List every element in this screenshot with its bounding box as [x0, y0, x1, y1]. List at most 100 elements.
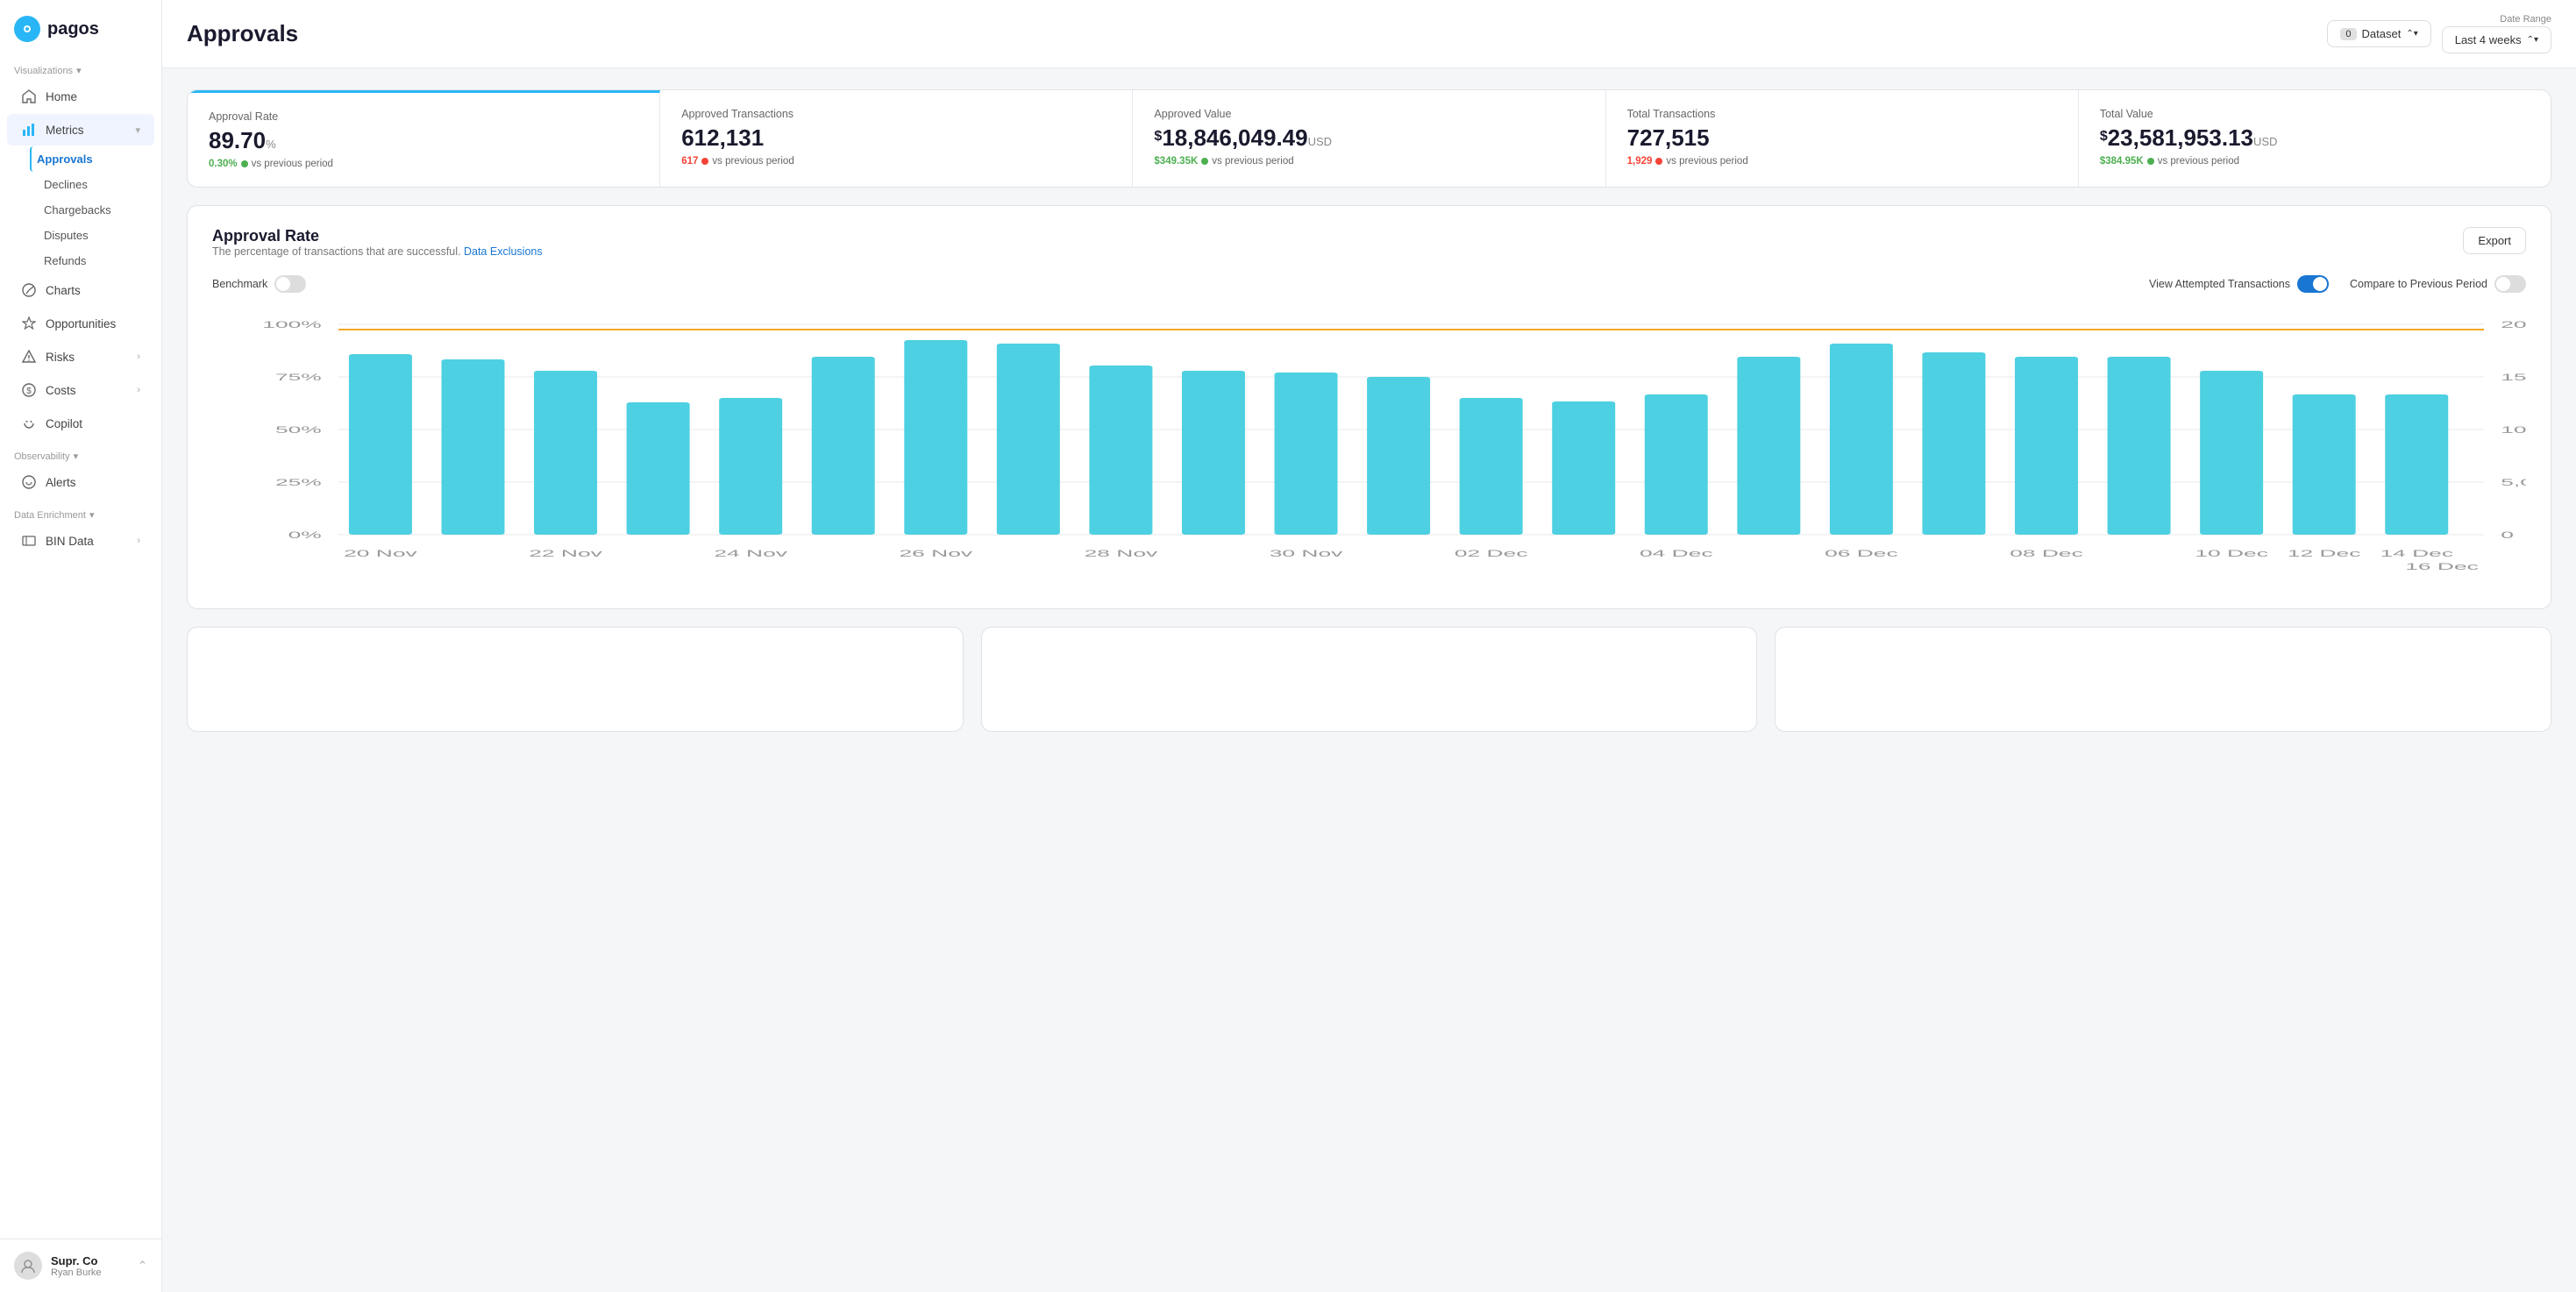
main-content: Approvals 0 Dataset ⌃▾ Date Range Last 4… — [162, 0, 2576, 1292]
costs-icon: $ — [21, 382, 37, 398]
chart-subtitle: The percentage of transactions that are … — [212, 245, 543, 258]
content-area: Approval Rate 89.70% 0.30% vs previous p… — [162, 68, 2576, 753]
observability-chevron-icon: ▾ — [74, 451, 79, 462]
sidebar-item-opportunities-label: Opportunities — [46, 317, 116, 330]
svg-text:16 Dec: 16 Dec — [2405, 561, 2479, 571]
dataset-label: Dataset — [2362, 27, 2402, 40]
export-button[interactable]: Export — [2463, 227, 2526, 254]
bottom-card-2 — [981, 627, 1758, 732]
sidebar-item-bin-data[interactable]: BIN Data › — [7, 525, 154, 557]
observability-section[interactable]: Observability ▾ — [0, 440, 161, 465]
bottom-row — [187, 627, 2551, 732]
date-range-label: Date Range — [2442, 14, 2551, 25]
sidebar-item-metrics[interactable]: Metrics ▾ — [7, 114, 154, 146]
stat-approved-value-change: $349.35K vs previous period — [1154, 156, 1583, 167]
stat-total-value[interactable]: Total Value $23,581,953.13USD $384.95K v… — [2079, 90, 2551, 187]
stat-total-value-label: Total Value — [2100, 108, 2530, 120]
svg-text:0: 0 — [2501, 529, 2514, 540]
metrics-icon — [21, 122, 37, 138]
stat-total-transactions-change: 1,929 vs previous period — [1627, 156, 2057, 167]
chart-title: Approval Rate — [212, 227, 543, 245]
metrics-subitems: Approvals Declines Chargebacks Disputes … — [0, 146, 161, 273]
view-attempted-toggle[interactable] — [2297, 275, 2329, 293]
sidebar-item-copilot[interactable]: Copilot — [7, 408, 154, 439]
svg-text:25%: 25% — [275, 477, 322, 487]
stats-row: Approval Rate 89.70% 0.30% vs previous p… — [187, 89, 2551, 188]
footer-user: Ryan Burke — [51, 1267, 129, 1278]
sidebar-footer[interactable]: Supr. Co Ryan Burke ⌃ — [0, 1239, 161, 1292]
stat-approval-rate-change: 0.30% vs previous period — [209, 159, 638, 169]
change-down-indicator — [701, 158, 708, 165]
sidebar: pagos Visualizations ▾ Home Metrics ▾ Ap… — [0, 0, 162, 1292]
benchmark-toggle[interactable] — [274, 275, 306, 293]
change-down-indicator-2 — [1655, 158, 1662, 165]
chart-header: Approval Rate The percentage of transact… — [212, 227, 2526, 272]
copilot-icon — [21, 415, 37, 431]
data-enrichment-section[interactable]: Data Enrichment ▾ — [0, 499, 161, 524]
sidebar-subitem-refunds[interactable]: Refunds — [37, 248, 161, 273]
logo-icon — [14, 16, 40, 42]
sidebar-item-alerts[interactable]: Alerts — [7, 466, 154, 498]
stat-approved-transactions[interactable]: Approved Transactions 612,131 617 vs pre… — [660, 90, 1133, 187]
dataset-button[interactable]: 0 Dataset ⌃▾ — [2327, 20, 2430, 47]
costs-chevron-icon: › — [137, 385, 140, 395]
stat-total-transactions-value: 727,515 — [1627, 125, 2057, 151]
sidebar-item-costs-label: Costs — [46, 384, 76, 397]
logo[interactable]: pagos — [0, 0, 161, 54]
svg-text:20 Nov: 20 Nov — [344, 548, 418, 558]
change-up-indicator — [241, 160, 248, 167]
svg-text:0%: 0% — [288, 529, 322, 540]
svg-text:12 Dec: 12 Dec — [2288, 548, 2361, 558]
sidebar-item-charts[interactable]: Charts — [7, 274, 154, 306]
stat-approval-rate-value: 89.70% — [209, 128, 638, 153]
risks-icon — [21, 349, 37, 365]
svg-text:02 Dec: 02 Dec — [1455, 548, 1528, 558]
main-header: Approvals 0 Dataset ⌃▾ Date Range Last 4… — [162, 0, 2576, 68]
stat-total-transactions[interactable]: Total Transactions 727,515 1,929 vs prev… — [1606, 90, 2079, 187]
compare-toggle-group: Compare to Previous Period — [2350, 275, 2526, 293]
sidebar-item-opportunities[interactable]: Opportunities — [7, 308, 154, 339]
svg-text:22 Nov: 22 Nov — [529, 548, 603, 558]
svg-text:30 Nov: 30 Nov — [1270, 548, 1344, 558]
sidebar-item-alerts-label: Alerts — [46, 476, 76, 489]
date-range-value: Last 4 weeks — [2455, 33, 2522, 46]
home-icon — [21, 89, 37, 104]
svg-text:5,000: 5,000 — [2501, 477, 2526, 487]
sidebar-item-copilot-label: Copilot — [46, 417, 82, 430]
sidebar-subitem-chargebacks[interactable]: Chargebacks — [37, 197, 161, 223]
bin-data-chevron-icon: › — [137, 536, 140, 546]
sidebar-subitem-declines[interactable]: Declines — [37, 172, 161, 197]
compare-label: Compare to Previous Period — [2350, 278, 2487, 290]
svg-text:75%: 75% — [275, 372, 322, 382]
sidebar-item-home[interactable]: Home — [7, 81, 154, 112]
sidebar-item-risks[interactable]: Risks › — [7, 341, 154, 373]
stat-total-value-value: $23,581,953.13USD — [2100, 125, 2530, 151]
stat-approved-value[interactable]: Approved Value $18,846,049.49USD $349.35… — [1133, 90, 1605, 187]
charts-icon — [21, 282, 37, 298]
sidebar-item-charts-label: Charts — [46, 284, 81, 297]
svg-text:$: $ — [26, 387, 32, 396]
sidebar-item-costs[interactable]: $ Costs › — [7, 374, 154, 406]
visualizations-section[interactable]: Visualizations ▾ — [0, 54, 161, 80]
svg-text:10 Dec: 10 Dec — [2195, 548, 2268, 558]
date-range-chevron-icon: ⌃▾ — [2527, 35, 2538, 45]
dataset-chevron-icon: ⌃▾ — [2406, 29, 2417, 39]
stat-approval-rate[interactable]: Approval Rate 89.70% 0.30% vs previous p… — [188, 90, 660, 187]
stat-approval-rate-label: Approval Rate — [209, 110, 638, 123]
svg-text:14 Dec: 14 Dec — [2380, 548, 2453, 558]
stat-approved-transactions-value: 612,131 — [681, 125, 1111, 151]
sidebar-item-metrics-label: Metrics — [46, 124, 84, 137]
data-exclusions-link[interactable]: Data Exclusions — [464, 245, 543, 258]
svg-text:04 Dec: 04 Dec — [1640, 548, 1713, 558]
stat-approved-transactions-label: Approved Transactions — [681, 108, 1111, 120]
stat-total-transactions-label: Total Transactions — [1627, 108, 2057, 120]
footer-company: Supr. Co — [51, 1254, 129, 1267]
stat-total-value-change: $384.95K vs previous period — [2100, 156, 2530, 167]
approval-rate-chart-section: Approval Rate The percentage of transact… — [187, 205, 2551, 609]
sidebar-subitem-disputes[interactable]: Disputes — [37, 223, 161, 248]
benchmark-label: Benchmark — [212, 278, 267, 290]
change-up-indicator-3 — [2147, 158, 2154, 165]
compare-toggle[interactable] — [2494, 275, 2526, 293]
sidebar-subitem-approvals[interactable]: Approvals — [30, 146, 161, 172]
date-range-button[interactable]: Last 4 weeks ⌃▾ — [2442, 26, 2551, 53]
